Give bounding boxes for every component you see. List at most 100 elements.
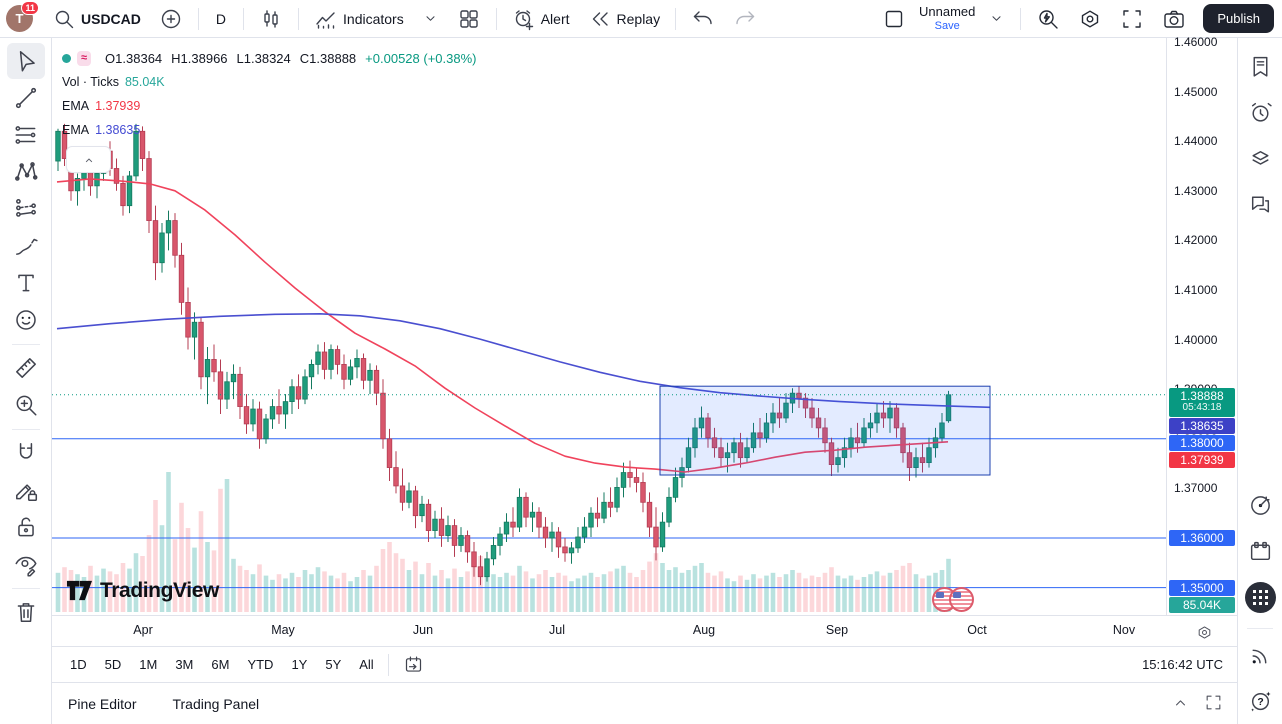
user-avatar[interactable]: T 11 [6, 5, 33, 32]
month-label: Apr [133, 623, 152, 637]
more-apps-button[interactable] [1245, 582, 1276, 613]
range-5d[interactable]: 5D [97, 652, 130, 677]
alerts-panel-button[interactable] [1245, 97, 1276, 128]
horizontal-lines-tool[interactable] [7, 117, 45, 153]
object-tree-button[interactable] [1245, 143, 1276, 174]
divider [243, 8, 244, 30]
rectangle-drawing[interactable] [660, 386, 990, 475]
economic-event-flags[interactable] [932, 587, 974, 612]
candles-series [56, 124, 951, 585]
price-tick: 1.45000 [1174, 84, 1217, 100]
month-label: Sep [826, 623, 848, 637]
volume-series [56, 472, 951, 612]
calendar-icon [1248, 539, 1273, 564]
cursor-icon [13, 48, 39, 74]
fullscreen-button[interactable] [1113, 3, 1151, 35]
trash-icon [13, 599, 39, 625]
layout-menu-chevron[interactable] [981, 6, 1012, 31]
save-checkbox[interactable] [875, 3, 913, 35]
price-tick: 1.46000 [1174, 34, 1217, 50]
watchlist-icon [1248, 54, 1273, 79]
replay-button[interactable]: Replay [581, 3, 668, 35]
layout-grid-button[interactable] [450, 3, 488, 35]
camera-icon [1162, 7, 1186, 31]
price-chart-canvas[interactable] [52, 38, 1166, 615]
go-to-date-button[interactable] [403, 654, 424, 675]
divider [12, 344, 40, 345]
range-1d[interactable]: 1D [62, 652, 95, 677]
tab-trading-panel[interactable]: Trading Panel [172, 696, 259, 712]
calendar-button[interactable] [1245, 536, 1276, 567]
indicator-templates-button[interactable] [415, 6, 446, 31]
xabcd-pattern-tool[interactable] [7, 154, 45, 190]
indicators-icon [314, 7, 338, 31]
hide-drawings-button[interactable] [7, 546, 45, 582]
chart-pane: ≈ O1.38364 H1.38966 L1.38324 C1.38888 +0… [52, 38, 1237, 724]
news-feed-button[interactable] [1245, 640, 1276, 671]
cursor-tool[interactable] [7, 43, 45, 79]
lock-drawings-button[interactable] [7, 509, 45, 545]
range-all[interactable]: All [351, 652, 381, 677]
chart-plot-area[interactable]: ≈ O1.38364 H1.38966 L1.38324 C1.38888 +0… [52, 38, 1166, 615]
range-ytd[interactable]: YTD [239, 652, 281, 677]
symbol-search-button[interactable]: USDCAD [45, 3, 148, 35]
range-5y[interactable]: 5Y [317, 652, 349, 677]
utc-clock[interactable]: 15:16:42 UTC [1142, 657, 1223, 672]
chat-bubbles-icon [1248, 192, 1273, 217]
chat-button[interactable] [1245, 189, 1276, 220]
help-button[interactable]: ? [1245, 685, 1276, 716]
time-axis[interactable]: AprMayJunJulAugSepOctNov [52, 615, 1237, 646]
us-flag-icon [949, 587, 974, 612]
range-1y[interactable]: 1Y [283, 652, 315, 677]
lightning-search-icon [1036, 7, 1060, 31]
zoom-in-tool[interactable] [7, 387, 45, 423]
svg-text:?: ? [1257, 697, 1263, 708]
panel-expand-button[interactable] [1171, 693, 1190, 715]
forecast-tool[interactable] [7, 191, 45, 227]
divider [12, 588, 40, 589]
notification-badge: 11 [21, 1, 39, 15]
alert-button[interactable]: Alert [505, 3, 577, 35]
expand-pane-button[interactable] [66, 146, 111, 173]
symbol-name: USDCAD [81, 11, 141, 27]
range-3m[interactable]: 3M [167, 652, 201, 677]
tab-pine-editor[interactable]: Pine Editor [68, 696, 136, 712]
chart-style-button[interactable] [252, 3, 290, 35]
trend-line-tool[interactable] [7, 80, 45, 116]
undo-button[interactable] [684, 3, 722, 35]
smiley-icon [13, 307, 39, 333]
screenshot-button[interactable] [1155, 3, 1193, 35]
publish-button[interactable]: Publish [1203, 4, 1274, 33]
range-1m[interactable]: 1M [131, 652, 165, 677]
alarm-clock-icon [1248, 100, 1273, 125]
trend-line-icon [13, 85, 39, 111]
price-axis[interactable]: 1.460001.450001.440001.430001.420001.410… [1166, 38, 1237, 615]
measure-tool[interactable] [7, 350, 45, 386]
remove-drawings-button[interactable] [7, 594, 45, 630]
panel-maximize-button[interactable] [1204, 693, 1223, 715]
interval-button[interactable]: D [207, 7, 235, 31]
hotlists-button[interactable] [1245, 490, 1276, 521]
top-toolbar: T 11 USDCAD D Indicators [0, 0, 1282, 38]
timezone-settings-button[interactable] [1193, 621, 1215, 643]
quick-search-button[interactable] [1029, 3, 1067, 35]
save-link[interactable]: Save [935, 20, 960, 32]
indicators-label: Indicators [343, 11, 404, 27]
redo-button[interactable] [726, 3, 764, 35]
divider [1247, 628, 1273, 629]
text-tool[interactable] [7, 265, 45, 301]
range-6m[interactable]: 6M [203, 652, 237, 677]
magnet-mode-button[interactable] [7, 435, 45, 471]
layout-name-menu[interactable]: Unnamed Save [917, 5, 977, 31]
drawing-mode-button[interactable] [7, 472, 45, 508]
alert-clock-icon [512, 7, 536, 31]
emoji-tool[interactable] [7, 302, 45, 338]
plus-circle-icon [159, 7, 183, 31]
watchlist-button[interactable] [1245, 51, 1276, 82]
indicators-button[interactable]: Indicators [307, 3, 411, 35]
brush-tool[interactable] [7, 228, 45, 264]
settings-button[interactable] [1071, 3, 1109, 35]
price-axis-label: 1.35000 [1169, 580, 1235, 596]
chevron-up-icon [1171, 693, 1190, 712]
compare-add-button[interactable] [152, 3, 190, 35]
